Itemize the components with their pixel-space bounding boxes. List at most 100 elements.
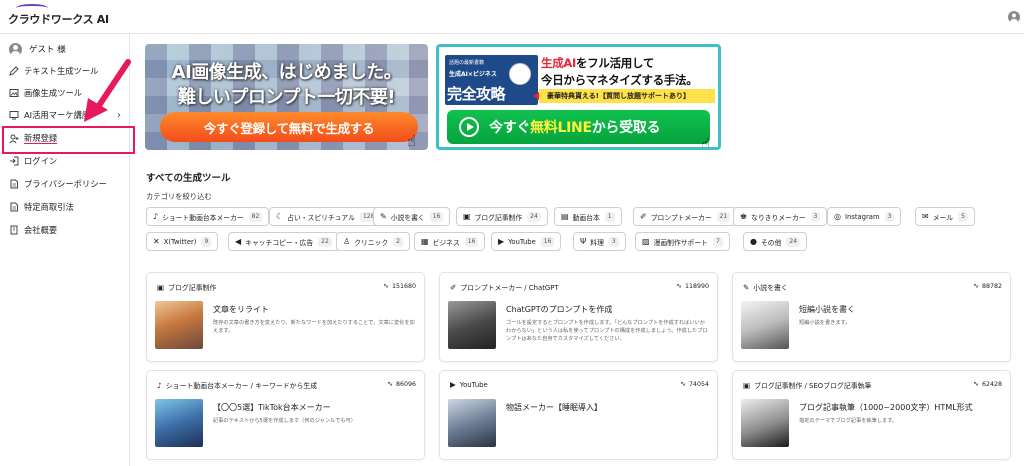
category-chip[interactable]: ▣ ブログ記事制作 24 xyxy=(456,207,548,226)
category-chip[interactable]: ✐ プロンプトメーカー 21 xyxy=(633,207,738,226)
card-category: ✎ 小説を書く xyxy=(743,282,788,293)
chip-label: ブログ記事制作 xyxy=(474,213,523,222)
card-thumbnail xyxy=(448,301,496,349)
banner-image-generation[interactable]: AI画像生成、はじめました。 難しいプロンプト一切不要! 今すぐ登録して無料で生… xyxy=(145,44,428,150)
play-icon xyxy=(459,117,479,137)
cta-text-c: から受取る xyxy=(591,120,661,136)
x-icon: ✕ xyxy=(153,237,160,246)
category-chip[interactable]: ▶ YouTube 16 xyxy=(491,232,562,251)
chip-count: 16 xyxy=(540,236,555,247)
activity-icon: ∿ xyxy=(973,282,979,290)
headline-highlight: 生成AI xyxy=(541,56,576,70)
banner-line-book[interactable]: 話題の最新書籍 生成AI×ビジネス 完全攻略 生成AIをフル活用して 今日からマ… xyxy=(436,44,721,150)
book-tag: 話題の最新書籍 xyxy=(449,60,485,66)
category-chip[interactable]: ✕ X(Twitter) 9 xyxy=(146,232,219,251)
card-category-label: ショート動画台本メーカー / キーワードから生成 xyxy=(165,382,318,390)
line-receive-button[interactable]: 今すぐ 無料LINE から受取る xyxy=(447,110,710,144)
activity-icon: ∿ xyxy=(383,282,389,290)
card-description: ゴールを設定するとプロンプトを作成します。「どんなプロンプトを作成すればいいかわ… xyxy=(506,320,708,342)
usage-count-value: 74054 xyxy=(688,381,709,388)
category-chip[interactable]: ▦ ビジネス 16 xyxy=(414,232,486,251)
card-title: ブログ記事執筆（1000~2000文字）HTML形式 xyxy=(799,403,973,412)
chip-label: メール xyxy=(932,213,954,222)
usage-count: ∿ 62428 xyxy=(973,380,1002,388)
sidebar-user[interactable]: ゲスト 様 xyxy=(0,40,130,58)
category-chip[interactable]: ▤ 動画台本 1 xyxy=(554,207,622,226)
category-chip[interactable]: ◎ Instagram 3 xyxy=(827,207,902,226)
usage-count: ∿ 74054 xyxy=(680,380,709,388)
category-chip[interactable]: ♙ クリニック 2 xyxy=(336,232,410,251)
sidebar-item-privacy[interactable]: プライバシーポリシー xyxy=(0,174,130,194)
chip-count: 16 xyxy=(429,211,444,222)
usage-count-value: 151680 xyxy=(391,283,416,290)
chip-label: X(Twitter) xyxy=(163,237,197,246)
book-cover: 話題の最新書籍 生成AI×ビジネス 完全攻略 xyxy=(445,55,538,105)
category-chip[interactable]: ☾ 占い・スピリチュアル 128 xyxy=(269,207,385,226)
category-chip[interactable]: ◀ キャッチコピー・広告 22 xyxy=(228,232,339,251)
card-category: ▶ YouTube xyxy=(450,380,488,389)
sidebar-item-commerce-law[interactable]: 特定商取引法 xyxy=(0,197,130,217)
briefcase-icon: ▦ xyxy=(421,237,429,246)
sidebar-item-label: 会社概要 xyxy=(24,225,58,235)
chip-label: クリニック xyxy=(354,238,389,247)
tool-card[interactable]: ✎ 小説を書く ∿ 88782 短編小説を書く 短編小説を書きます。 xyxy=(732,272,1011,362)
category-chip[interactable]: ✎ 小説を書く 16 xyxy=(373,207,451,226)
doctor-icon: ♙ xyxy=(343,237,351,246)
category-chip[interactable]: Ψ 料理 3 xyxy=(573,232,626,251)
category-chip[interactable]: ♚ なりきりメーカー 3 xyxy=(733,207,828,226)
tool-card[interactable]: ▶ YouTube ∿ 74054 物語メーカー【睡眠導入】 xyxy=(439,370,718,460)
tool-card[interactable]: ✐ プロンプトメーカー / ChatGPT ∿ 118990 ChatGPTのプロン… xyxy=(439,272,718,362)
tool-card[interactable]: ▣ ブログ記事制作 / SEOブログ記事執筆 ∿ 62428 ブログ記事執筆（100… xyxy=(732,370,1011,460)
cutlery-icon: Ψ xyxy=(580,237,587,246)
sidebar-item-company[interactable]: 会社概要 xyxy=(0,220,130,240)
chip-count: 3 xyxy=(810,211,821,222)
instagram-icon: ◎ xyxy=(834,212,841,221)
activity-icon: ∿ xyxy=(973,380,979,388)
category-chip[interactable]: ● その他 24 xyxy=(743,232,808,251)
book-title: 完全攻略 xyxy=(447,85,506,103)
card-category-label: ブログ記事制作 / SEOブログ記事執筆 xyxy=(754,382,872,390)
blog-icon: ▣ xyxy=(157,282,165,292)
avatar xyxy=(9,42,22,56)
app-logo[interactable]: クラウドワークス AI xyxy=(8,11,109,27)
tool-card[interactable]: ♪ ショート動画台本メーカー / キーワードから生成 ∿ 86096 【〇〇5選】T… xyxy=(146,370,425,460)
chip-count: 5 xyxy=(958,211,968,222)
sidebar-item-login[interactable]: ログイン xyxy=(0,151,130,171)
chip-count: 9 xyxy=(201,236,212,247)
pen-icon xyxy=(9,66,19,76)
banner-subheadline: 難しいプロンプト一切不要! xyxy=(177,87,396,108)
bonus-badge: 豪華特典貰える!【質問し放題サポートあり】 xyxy=(533,89,715,103)
moon-icon: ☾ xyxy=(276,212,284,221)
card-thumbnail xyxy=(448,399,496,447)
account-icon[interactable] xyxy=(1008,11,1020,23)
sidebar-item-label: 特定商取引法 xyxy=(24,202,74,212)
sidebar-item-label: ログイン xyxy=(24,156,58,166)
film-icon: ▤ xyxy=(561,212,569,221)
usage-count-value: 88782 xyxy=(981,283,1002,290)
chip-label: 小説を書く xyxy=(390,213,425,222)
tiktok-icon: ♪ xyxy=(157,380,162,390)
category-chip[interactable]: ✉ メール 5 xyxy=(915,207,975,226)
brush-icon: ✐ xyxy=(450,282,457,292)
card-category: ♪ ショート動画台本メーカー / キーワードから生成 xyxy=(157,380,318,391)
signup-generate-button[interactable]: 今すぐ登録して無料で生成する xyxy=(160,112,418,142)
card-category-label: 小説を書く xyxy=(753,284,788,292)
chip-count: 16 xyxy=(464,236,479,247)
main-content: AI画像生成、はじめました。 難しいプロンプト一切不要! 今すぐ登録して無料で生… xyxy=(130,34,1024,466)
login-icon xyxy=(9,156,19,166)
category-chip[interactable]: ▧ 漫画制作サポート 7 xyxy=(635,232,730,251)
feather-icon: ✎ xyxy=(380,212,387,221)
chip-label: 料理 xyxy=(590,238,604,247)
chip-label: なりきりメーカー xyxy=(751,213,806,222)
tool-card[interactable]: ▣ ブログ記事制作 ∿ 151680 文章をリライト 既存の文章の書き方を変えたり、… xyxy=(146,272,425,362)
top-header: クラウドワークス AI xyxy=(0,0,1024,34)
card-category: ✐ プロンプトメーカー / ChatGPT xyxy=(450,282,559,293)
usage-count-value: 118990 xyxy=(684,283,709,290)
card-title: 短編小説を書く xyxy=(799,305,855,314)
card-thumbnail xyxy=(155,301,203,349)
chip-label: ビジネス xyxy=(432,238,460,247)
category-chip[interactable]: ♪ ショート動画台本メーカー 82 xyxy=(146,207,270,226)
card-category-label: プロンプトメーカー / ChatGPT xyxy=(460,284,559,292)
signup-highlight-box xyxy=(2,126,135,154)
author-portrait xyxy=(509,63,531,85)
